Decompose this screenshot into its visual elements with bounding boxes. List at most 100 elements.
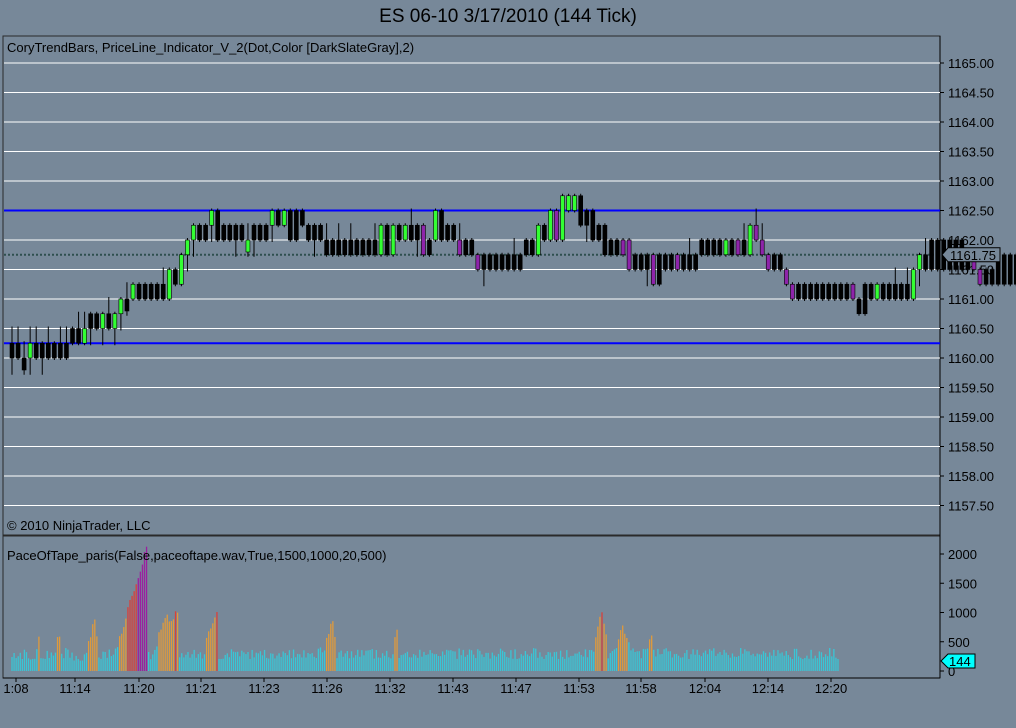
price-bar-body <box>566 195 571 211</box>
price-bar <box>650 252 656 287</box>
price-bar-body <box>983 269 989 285</box>
price-bar <box>257 223 263 242</box>
price-bar <box>457 223 463 257</box>
price-bar-body <box>487 254 493 270</box>
price-axis-label: 1158.50 <box>948 440 994 455</box>
x-axis-label: 11:58 <box>625 681 657 696</box>
price-bar <box>572 193 577 213</box>
price-bar <box>124 282 130 316</box>
price-bar <box>475 252 481 272</box>
price-bar <box>632 252 638 272</box>
chart-window: ES 06-10 3/17/2010 (144 Tick) 1165.00 116… <box>0 0 1016 728</box>
price-bar <box>681 252 686 272</box>
price-bar <box>529 238 535 257</box>
price-bar <box>554 208 559 242</box>
price-bar-body <box>711 239 717 256</box>
price-bar-body <box>602 224 608 256</box>
price-bar <box>850 282 856 301</box>
price-bar <box>215 208 220 242</box>
price-bar <box>626 238 632 272</box>
price-bar <box>384 223 390 257</box>
price-bar-body <box>402 224 408 241</box>
price-bar-body <box>820 283 826 300</box>
price-bar <box>275 208 281 228</box>
price-bar-body <box>106 313 112 329</box>
price-bar-body <box>765 254 771 270</box>
price-bar-body <box>88 313 93 329</box>
price-bar-body <box>197 224 202 241</box>
price-bar <box>154 282 160 301</box>
tick-counter-label: 144 <box>949 654 971 669</box>
price-axis-label: 1164.50 <box>948 86 994 101</box>
price-bar-body <box>989 269 995 285</box>
price-bar <box>765 252 771 272</box>
price-bar-body <box>771 254 777 270</box>
price-bar <box>705 238 711 257</box>
price-bar <box>415 223 420 257</box>
price-bar <box>590 208 596 242</box>
price-bar <box>52 341 57 360</box>
price-bar <box>408 208 414 242</box>
price-bar <box>427 238 432 257</box>
price-bar-body <box>729 239 735 256</box>
price-bar <box>70 326 75 346</box>
price-bar <box>463 238 469 257</box>
price-bar-body <box>778 254 783 270</box>
price-bar-body <box>269 210 275 226</box>
price-bar-body <box>112 313 118 329</box>
price-bar-body <box>596 224 602 241</box>
price-bar-body <box>663 254 668 270</box>
price-bar <box>45 326 51 360</box>
price-bar-body <box>741 239 747 256</box>
price-bar <box>911 267 916 301</box>
price-bar-body <box>221 224 227 241</box>
price-bar-body <box>723 239 729 256</box>
price-bar <box>130 282 136 301</box>
price-bar <box>669 252 674 272</box>
price-bar <box>76 311 81 346</box>
price-axis-label: 1163.50 <box>948 145 994 160</box>
price-bar <box>451 223 456 242</box>
price-bar-body <box>917 254 922 270</box>
price-bar-body <box>693 254 698 270</box>
price-bar-body <box>160 283 166 300</box>
price-bar <box>312 223 317 257</box>
chart-canvas[interactable]: 1165.00 1164.50 1164.00 1163.50 1163.00 1162.… <box>0 0 1016 728</box>
price-bar-body <box>493 254 499 270</box>
price-bar-body <box>100 313 106 329</box>
price-bar-body <box>390 224 396 256</box>
price-bar <box>487 252 493 272</box>
price-bar-body <box>862 283 868 315</box>
price-bar <box>360 238 366 257</box>
price-bar-body <box>560 195 565 241</box>
price-bar-body <box>227 224 233 241</box>
price-bar <box>832 282 838 301</box>
price-bar <box>1001 252 1007 287</box>
current-price-marker: 1161.75 <box>941 247 1001 263</box>
x-axis-label: 12:20 <box>815 681 848 696</box>
price-bar-body <box>257 224 263 241</box>
price-bar <box>820 282 826 301</box>
current-price-label: 1161.75 <box>950 248 996 263</box>
price-axis-label: 1162.50 <box>948 204 994 219</box>
price-bar-body <box>554 210 559 241</box>
price-bar-body <box>542 224 547 241</box>
price-bar <box>977 267 983 287</box>
x-axis-label: 11:21 <box>185 681 217 696</box>
price-axis-label: 1165.00 <box>948 56 994 71</box>
price-bar <box>433 208 438 242</box>
price-bar <box>1007 252 1013 287</box>
price-bar-body <box>64 342 69 359</box>
price-bar <box>711 238 717 257</box>
price-bar <box>638 252 644 272</box>
price-bar-body <box>348 239 354 256</box>
price-bar-body <box>705 239 711 256</box>
price-panel-label: CoryTrendBars, PriceLine_Indicator_V_2(D… <box>7 40 415 55</box>
copyright-text: © 2010 NinjaTrader, LLC <box>7 518 151 533</box>
price-bar <box>167 267 172 301</box>
price-bar-body <box>384 224 390 256</box>
price-bar <box>844 282 850 301</box>
price-bar-body <box>850 283 856 300</box>
price-bar <box>826 282 832 301</box>
price-bar <box>294 208 299 242</box>
